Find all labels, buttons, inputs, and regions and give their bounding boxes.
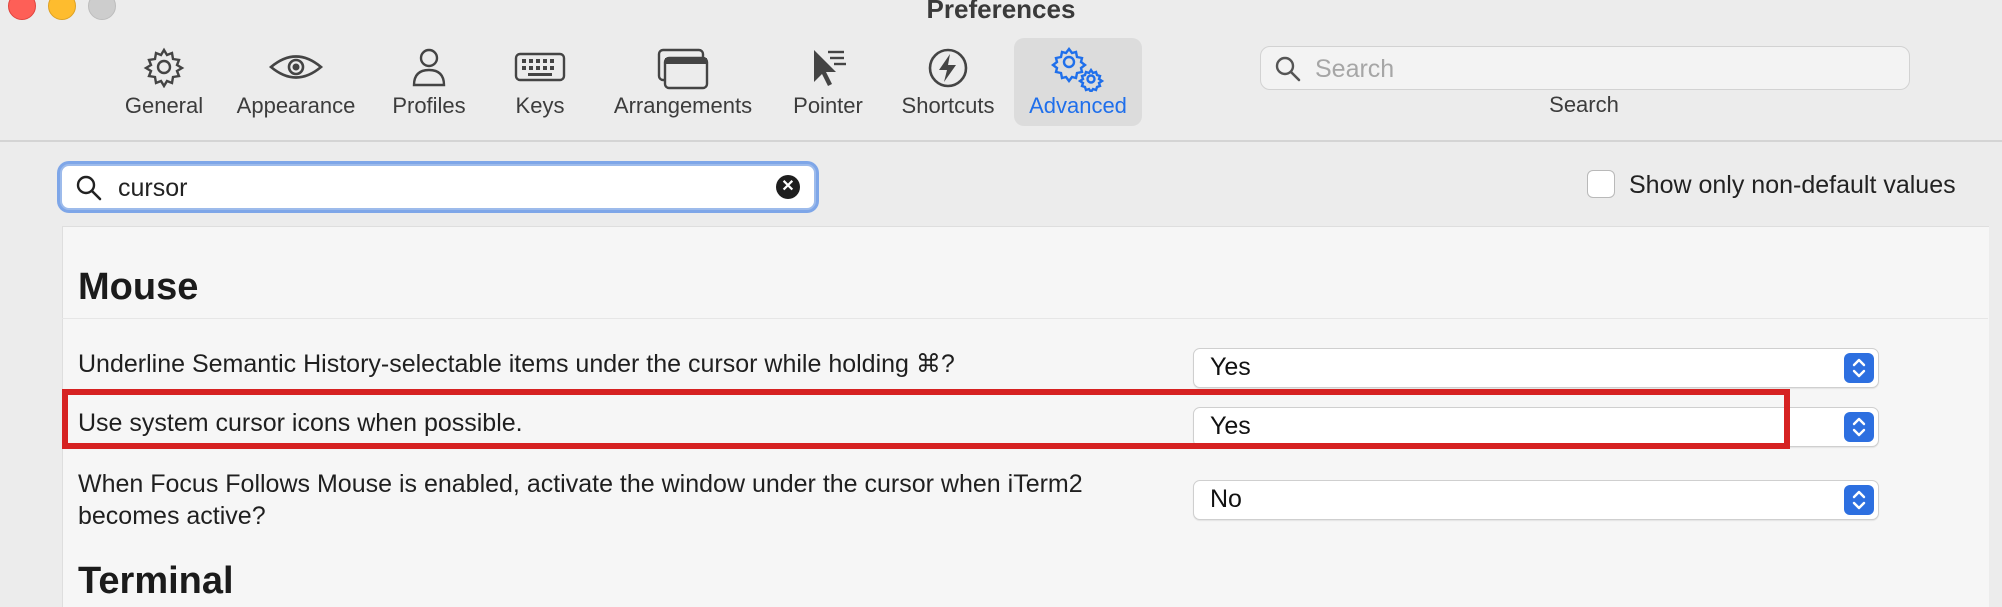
tab-advanced-label: Advanced [1029, 93, 1127, 118]
setting-label-line1: When Focus Follows Mouse is enabled, act… [78, 470, 1083, 498]
show-nondefault-label: Show only non-default values [1629, 171, 1956, 199]
setting-popup[interactable]: Yes [1193, 348, 1879, 388]
advanced-filter-field[interactable]: ✕ [60, 164, 816, 210]
section-title-terminal: Terminal [78, 560, 234, 602]
advanced-filter-input[interactable] [116, 170, 760, 206]
search-icon [1275, 56, 1301, 82]
toolbar-search-field[interactable] [1260, 46, 1910, 90]
section-title-mouse: Mouse [78, 266, 199, 308]
tab-appearance[interactable]: Appearance [232, 38, 360, 126]
person-icon [412, 48, 446, 87]
setting-popup[interactable]: Yes [1193, 407, 1879, 447]
popup-stepper-icon [1844, 485, 1874, 515]
windows-icon [657, 48, 709, 90]
popup-stepper-icon [1844, 412, 1874, 442]
tab-arrangements[interactable]: Arrangements [608, 38, 758, 126]
setting-label: Use system cursor icons when possible. [78, 409, 523, 437]
tab-keys[interactable]: Keys [506, 38, 574, 126]
tab-appearance-label: Appearance [236, 93, 356, 118]
gear-icon [143, 47, 185, 88]
tab-shortcuts-label: Shortcuts [901, 93, 995, 118]
clear-search-icon[interactable]: ✕ [776, 175, 800, 199]
popup-stepper-icon [1844, 353, 1874, 383]
setting-label: Underline Semantic History-selectable it… [78, 350, 955, 378]
gears-icon [1051, 47, 1105, 92]
pointer-icon [814, 50, 846, 86]
tab-profiles-label: Profiles [392, 93, 466, 118]
section-divider [62, 318, 1988, 319]
tab-general[interactable]: General [118, 38, 210, 126]
setting-popup-value: No [1210, 485, 1242, 513]
tab-pointer[interactable]: Pointer [784, 38, 872, 126]
setting-popup-value: Yes [1210, 353, 1251, 381]
keyboard-icon [514, 52, 566, 82]
checkbox-box[interactable] [1587, 170, 1615, 198]
search-icon [76, 175, 102, 201]
eye-icon [268, 55, 324, 79]
bolt-icon [928, 48, 968, 88]
window-title: Preferences [926, 0, 1076, 24]
setting-popup-value: Yes [1210, 412, 1251, 440]
tab-keys-label: Keys [515, 93, 565, 118]
tab-advanced[interactable]: Advanced [1014, 38, 1142, 126]
setting-popup[interactable]: No [1193, 480, 1879, 520]
tab-shortcuts[interactable]: Shortcuts [896, 38, 1000, 126]
setting-label-line2: becomes active? [78, 502, 266, 530]
tab-pointer-label: Pointer [793, 93, 863, 118]
toolbar: Preferences General Appearance Profiles … [0, 0, 2002, 142]
tab-profiles[interactable]: Profiles [384, 38, 474, 126]
toolbar-search-input[interactable] [1313, 51, 1897, 87]
tab-general-label: General [124, 93, 204, 118]
toolbar-search-label: Search [1549, 92, 1619, 117]
tab-arrangements-label: Arrangements [613, 93, 753, 118]
